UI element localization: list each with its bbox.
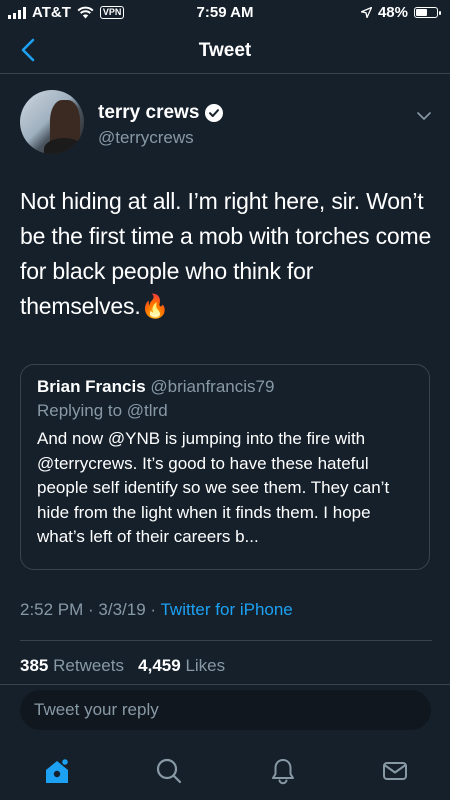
tweet-author: terry crews @terrycrews	[20, 90, 432, 160]
battery-icon	[414, 7, 441, 18]
tab-bar	[0, 740, 450, 800]
quoted-author-name: Brian Francis	[37, 377, 146, 396]
engagement-counts: 385 Retweets 4,459 Likes	[20, 656, 225, 676]
battery-percent: 48%	[377, 4, 408, 21]
status-bar: AT&T VPN 7:59 AM 48%	[0, 0, 450, 28]
chevron-down-icon[interactable]	[416, 108, 432, 124]
likes-stat[interactable]: 4,459 Likes	[138, 656, 225, 675]
likes-count: 4,459	[138, 656, 181, 675]
tab-home[interactable]	[42, 756, 72, 786]
home-icon	[46, 757, 70, 783]
retweets-stat[interactable]: 385 Retweets	[20, 656, 124, 675]
tweet-metadata: 2:52 PM · 3/3/19 · Twitter for iPhone	[20, 600, 293, 620]
notifications-icon	[272, 759, 294, 785]
reply-box[interactable]	[20, 690, 431, 730]
tweet-text: Not hiding at all. I’m right here, sir. …	[20, 188, 432, 319]
author-name-row[interactable]: terry crews	[98, 102, 224, 124]
tab-messages[interactable]	[380, 756, 410, 786]
quoted-tweet-header: Brian Francis @brianfrancis79	[37, 377, 413, 397]
tweet-timestamp: 2:52 PM · 3/3/19 ·	[20, 600, 161, 619]
divider	[20, 640, 432, 641]
tweet-source-link[interactable]: Twitter for iPhone	[160, 600, 292, 619]
divider	[0, 684, 450, 685]
tab-search[interactable]	[154, 756, 184, 786]
verified-badge-icon	[205, 104, 224, 122]
quoted-tweet-text: And now @YNB is jumping into the fire wi…	[37, 429, 390, 546]
quoted-author-handle: @brianfrancis79	[150, 377, 275, 396]
avatar[interactable]	[20, 90, 84, 154]
location-arrow-icon	[360, 7, 372, 18]
quoted-tweet[interactable]: Brian Francis @brianfrancis79 Replying t…	[20, 364, 430, 570]
messages-icon	[383, 762, 407, 780]
battery-level-fill	[416, 9, 427, 16]
status-right: 48%	[360, 4, 441, 21]
author-handle[interactable]: @terrycrews	[98, 128, 194, 148]
navigation-bar: Tweet	[0, 28, 450, 74]
retweets-label: Retweets	[53, 656, 124, 675]
reply-input[interactable]	[34, 690, 417, 730]
retweets-count: 385	[20, 656, 49, 675]
author-name: terry crews	[98, 102, 200, 123]
likes-label: Likes	[185, 656, 226, 675]
search-icon	[156, 758, 182, 784]
quoted-replying-to: Replying to @tlrd	[37, 401, 168, 420]
page-title: Tweet	[198, 40, 252, 61]
tab-notifications[interactable]	[268, 756, 298, 786]
